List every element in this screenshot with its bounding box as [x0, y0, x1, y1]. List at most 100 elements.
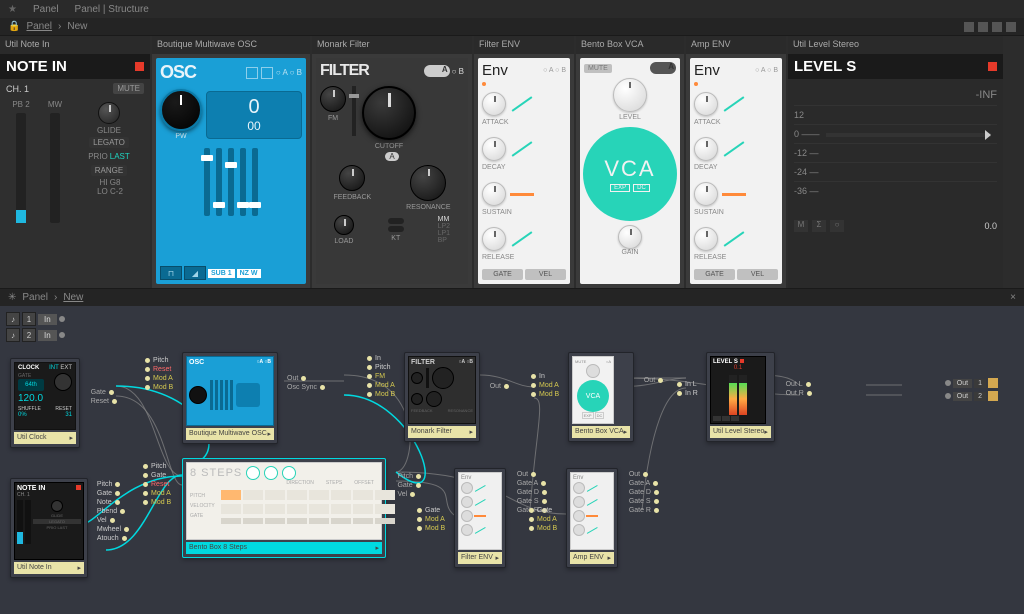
port-out-r[interactable]: Out R	[786, 390, 804, 397]
port-pitch[interactable]: Pitch	[97, 481, 113, 488]
env-ab[interactable]: ○ A ○ B	[755, 67, 778, 74]
attack-knob[interactable]	[694, 92, 718, 116]
port-mod-a[interactable]: Mod A	[375, 382, 395, 389]
in2-note-icon[interactable]: ♪	[6, 328, 20, 342]
in2-port-icon[interactable]	[59, 332, 65, 338]
osc-menu-icon[interactable]	[246, 67, 258, 79]
mode-bp[interactable]: BP	[438, 237, 450, 244]
port-gate-d[interactable]: Gate D	[517, 489, 539, 496]
port-in-r[interactable]: In R	[685, 390, 698, 397]
sum-button[interactable]: Σ	[812, 220, 826, 232]
attack-knob[interactable]	[482, 92, 506, 116]
port-gate-a[interactable]: Gate A	[517, 480, 538, 487]
port-out[interactable]: Out	[517, 471, 528, 478]
port-pbend[interactable]: Pbend	[97, 508, 117, 515]
vca-mute-button[interactable]: MUTE	[584, 64, 612, 73]
out2-num[interactable]: 2	[974, 392, 986, 401]
view-icon-2[interactable]	[978, 22, 988, 32]
port-gate-r[interactable]: Gate R	[629, 507, 651, 514]
filter-mode-list[interactable]: MM LP2 LP1 BP	[438, 216, 450, 244]
level-slider[interactable]	[826, 133, 991, 137]
port-gate-s[interactable]: Gate S	[517, 498, 539, 505]
in1-num[interactable]: 1	[22, 312, 36, 326]
mode-lp2[interactable]: LP2	[438, 223, 450, 230]
pw-knob[interactable]	[160, 89, 202, 131]
block-amp-env[interactable]: Gate Mod A Mod B Env Out Gate A Gate D G…	[566, 468, 618, 568]
port-in[interactable]: In	[375, 355, 381, 362]
port-gate[interactable]: Gate	[425, 507, 440, 514]
osc-slider-4[interactable]	[240, 148, 246, 216]
port-mod-b[interactable]: Mod B	[537, 525, 557, 532]
port-out[interactable]: Out	[287, 375, 298, 382]
gate-button[interactable]: GATE	[482, 269, 523, 280]
block-filter[interactable]: In Pitch FM Mod A Mod B FILTER○A ○B FEED…	[404, 352, 480, 442]
prio-value[interactable]: LAST	[110, 152, 130, 161]
block-menu-icon[interactable]: ▸	[495, 554, 499, 562]
vel-button[interactable]: VEL	[525, 269, 566, 280]
view-icon-1[interactable]	[964, 22, 974, 32]
port-mod-b[interactable]: Mod B	[375, 391, 395, 398]
speaker-icon[interactable]	[988, 391, 998, 401]
osc-slider-5[interactable]	[252, 148, 258, 216]
osc-slider-1[interactable]	[204, 148, 210, 216]
dc-button[interactable]: DC	[633, 184, 650, 192]
port-oscsync[interactable]: Osc Sync	[287, 384, 317, 391]
level-knob[interactable]	[613, 78, 647, 112]
release-knob[interactable]	[694, 227, 718, 251]
port-reset[interactable]: Reset	[151, 481, 169, 488]
vel-button[interactable]: VEL	[737, 269, 778, 280]
decay-knob[interactable]	[694, 137, 718, 161]
sustain-knob[interactable]	[694, 182, 718, 206]
port-gate[interactable]: Gate	[151, 472, 166, 479]
port-mod-a[interactable]: Mod A	[425, 516, 445, 523]
menu-panel-structure[interactable]: Panel | Structure	[75, 4, 149, 15]
port-reset[interactable]: Reset	[91, 398, 109, 405]
filter-ab-switch[interactable]	[424, 65, 450, 77]
port-out-pitch[interactable]: Pitch	[397, 473, 413, 480]
osc-slider-3[interactable]	[228, 148, 234, 216]
out2-port-icon[interactable]	[945, 393, 951, 399]
port-out-vel[interactable]: Vel	[397, 491, 407, 498]
block-menu-icon[interactable]: ▸	[607, 554, 611, 562]
vca-ab-switch[interactable]	[650, 62, 676, 74]
port-mod-b[interactable]: Mod B	[153, 384, 173, 391]
exp-button[interactable]: EXP	[610, 184, 630, 192]
port-out-l[interactable]: Out L	[786, 381, 803, 388]
filter-vslider[interactable]	[352, 86, 356, 136]
block-note-in[interactable]: NOTE IN CH. 1 GLIDE LEGATO PRIO LAST Pit…	[10, 478, 88, 578]
block-vca[interactable]: In Mod A Mod B MUTE○A VCA EXPDC Out Bent…	[568, 352, 634, 442]
legato-button[interactable]: LEGATO	[89, 137, 129, 148]
port-gate-a[interactable]: Gate A	[629, 480, 650, 487]
out1-port-icon[interactable]	[945, 380, 951, 386]
lo-value[interactable]: C-2	[110, 187, 123, 196]
feedback-knob[interactable]	[339, 165, 365, 191]
port-mod-b[interactable]: Mod B	[425, 525, 445, 532]
port-pitch[interactable]: Pitch	[151, 463, 167, 470]
port-mod-a[interactable]: Mod A	[153, 375, 173, 382]
osc-slider-2[interactable]	[216, 148, 222, 216]
structure-breadcrumb-panel[interactable]: Panel	[22, 292, 48, 303]
block-menu-icon[interactable]: ▸	[375, 544, 379, 552]
lock-icon[interactable]: 🔒	[8, 21, 20, 32]
menu-panel[interactable]: Panel	[33, 4, 59, 15]
fm-knob[interactable]	[320, 86, 346, 112]
level-handle-icon[interactable]	[985, 130, 991, 140]
port-mod-a[interactable]: Mod A	[537, 516, 557, 523]
port-vel[interactable]: Vel	[97, 517, 107, 524]
port-pitch[interactable]: Pitch	[375, 364, 391, 371]
kt-toggles[interactable]	[388, 218, 404, 232]
favorite-star-icon[interactable]: ★	[8, 4, 17, 15]
block-menu-icon[interactable]: ▸	[267, 430, 271, 438]
breadcrumb-new[interactable]: New	[67, 21, 87, 32]
mode-lp1[interactable]: LP1	[438, 230, 450, 237]
in1-note-icon[interactable]: ♪	[6, 312, 20, 326]
port-mod-a[interactable]: Mod A	[151, 490, 171, 497]
block-menu-icon[interactable]: ▸	[469, 428, 473, 436]
close-structure-icon[interactable]: ×	[1010, 292, 1016, 303]
port-out[interactable]: Out	[644, 377, 655, 384]
view-icon-3[interactable]	[992, 22, 1002, 32]
port-fm[interactable]: FM	[375, 373, 385, 380]
port-mod-b[interactable]: Mod B	[539, 391, 559, 398]
hi-value[interactable]: G8	[110, 178, 121, 187]
port-reset[interactable]: Reset	[153, 366, 171, 373]
